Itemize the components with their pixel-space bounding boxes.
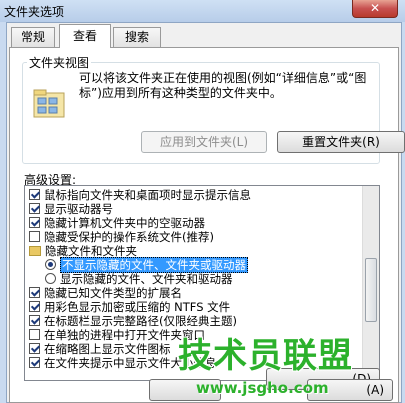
- list-item[interactable]: 不显示隐藏的文件、文件夹或驱动器: [45, 257, 248, 273]
- radio[interactable]: [45, 273, 56, 284]
- checkbox[interactable]: [29, 343, 40, 354]
- list-item[interactable]: 在缩略图上显示文件图标: [29, 343, 171, 356]
- folder-view-description: 可以将该文件夹正在使用的视图(例如“详细信息”或“图标”)应用到所有这种类型的文…: [79, 71, 367, 100]
- checkbox[interactable]: [29, 203, 40, 214]
- checkbox[interactable]: [29, 357, 40, 368]
- scroll-thumb[interactable]: [365, 258, 377, 322]
- list-item[interactable]: 隐藏计算机文件夹中的空驱动器: [29, 217, 205, 230]
- radio[interactable]: [45, 259, 56, 270]
- list-item[interactable]: 隐藏已知文件类型的扩展名: [29, 287, 182, 300]
- list-item[interactable]: 显示驱动器号: [29, 203, 113, 216]
- list-item[interactable]: 用彩色显示加密或压缩的 NTFS 文件: [29, 301, 230, 314]
- checkbox[interactable]: [29, 189, 40, 200]
- apply-to-folders-button[interactable]: 应用到文件夹(L): [141, 131, 267, 153]
- checkbox[interactable]: [29, 217, 40, 228]
- checkbox[interactable]: [29, 301, 40, 312]
- list-item[interactable]: 在标题栏显示完整路径(仅限经典主题): [29, 315, 237, 328]
- checkbox[interactable]: [29, 287, 40, 298]
- close-icon: ✕: [369, 1, 381, 15]
- tab-search[interactable]: 搜索: [113, 27, 161, 47]
- reset-folders-button[interactable]: 重置文件夹(R): [277, 131, 405, 153]
- folder-view-group: 文件夹视图 可以将该文件夹正在使用的视图(例如“详细信息”或“图标”)应用到所有…: [22, 54, 405, 164]
- title-bar: 文件夹选项 ✕: [0, 0, 405, 22]
- watermark-url: www.jsgho.com: [196, 379, 329, 397]
- checkbox[interactable]: [29, 315, 40, 326]
- tab-view-label: 查看: [72, 29, 97, 43]
- folder-view-legend: 文件夹视图: [27, 54, 92, 71]
- checkbox[interactable]: [29, 231, 40, 242]
- watermark-logo-text: 技术员联盟: [178, 336, 353, 376]
- list-item[interactable]: 显示隐藏的文件、文件夹和驱动器: [45, 273, 233, 286]
- list-item[interactable]: 鼠标指向文件夹和桌面项时显示提示信息: [29, 189, 251, 202]
- tab-general[interactable]: 常规: [11, 27, 55, 47]
- tab-search-label: 搜索: [124, 30, 149, 44]
- tab-view[interactable]: 查看: [59, 24, 111, 48]
- window-title: 文件夹选项: [4, 5, 65, 19]
- list-item[interactable]: 隐藏受保护的操作系统文件(推荐): [29, 231, 214, 244]
- checkbox[interactable]: [29, 329, 40, 340]
- folder-icon: [29, 246, 41, 256]
- list-scrollbar[interactable]: [362, 186, 379, 380]
- folder-view-icon: [33, 89, 65, 118]
- close-button[interactable]: ✕: [352, 0, 398, 18]
- tab-general-label: 常规: [20, 30, 45, 44]
